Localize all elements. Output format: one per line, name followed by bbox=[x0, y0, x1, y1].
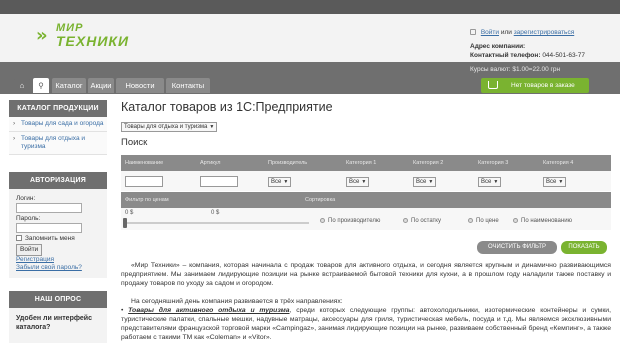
description-paragraph: «Мир Техники» – компания, которая начина… bbox=[121, 262, 611, 287]
tab-news[interactable]: Новости bbox=[116, 78, 164, 93]
auth-block: АВТОРИЗАЦИЯ Логин: Пароль: Запомнить мен… bbox=[9, 172, 107, 278]
price-filter-label: Фильтр по ценам bbox=[125, 197, 169, 203]
radio-icon bbox=[403, 218, 408, 223]
article-input[interactable] bbox=[200, 176, 238, 187]
dropdown-arrow-icon: ▼ bbox=[361, 179, 367, 185]
sort-by-name[interactable]: По наименованию bbox=[513, 218, 572, 224]
col-name: Наименование bbox=[125, 160, 164, 166]
category-select[interactable]: Товары для отдыха и туризма ▼ bbox=[121, 122, 218, 132]
tab-contacts[interactable]: Контакты bbox=[166, 78, 210, 93]
col-category1: Категория 1 bbox=[346, 160, 377, 166]
search-title: Поиск bbox=[121, 137, 148, 148]
radio-icon bbox=[468, 218, 473, 223]
address-label: Адрес компании: bbox=[470, 43, 526, 50]
price-sort-header: Фильтр по ценам Сортировка bbox=[121, 192, 611, 208]
price-slider[interactable] bbox=[123, 218, 309, 228]
catalog-sidebar: КАТАЛОГ ПРОДУКЦИИ › Товары для сада и ог… bbox=[9, 100, 107, 155]
cart-label: Нет товаров в заказе bbox=[511, 82, 575, 89]
directions-paragraph: На сегодняшний день компания развивается… bbox=[131, 298, 343, 305]
price-from: 0 $ bbox=[125, 210, 134, 216]
login-label: Логин: bbox=[16, 195, 36, 202]
sidebar-item-garden[interactable]: › Товары для сада и огорода bbox=[9, 117, 107, 132]
top-bar bbox=[0, 0, 620, 14]
register-link[interactable]: зарегистрироваться bbox=[514, 29, 575, 36]
price-slider-handle[interactable] bbox=[123, 218, 127, 228]
price-to: 0 $ bbox=[211, 210, 220, 216]
poll-question: Удобен ли интерфейс каталога? bbox=[16, 315, 92, 331]
login-input[interactable] bbox=[16, 203, 82, 213]
filter-header: Наименование Артикул Производитель Катег… bbox=[121, 155, 611, 171]
dropdown-arrow-icon: ▼ bbox=[283, 179, 289, 185]
dropdown-arrow-icon: ▼ bbox=[428, 179, 434, 185]
phone-value: 044-501-63-77 bbox=[542, 52, 585, 59]
dropdown-arrow-icon: ▼ bbox=[209, 124, 215, 130]
sidebar-item-label: Товары для отдыха и туризма bbox=[21, 135, 86, 150]
radio-icon bbox=[320, 218, 325, 223]
sort-by-stock[interactable]: По остатку bbox=[403, 218, 441, 224]
logo-arrows-icon: » bbox=[36, 25, 47, 46]
cart-icon bbox=[488, 81, 498, 89]
forgot-password-link[interactable]: Забыли свой пароль? bbox=[16, 264, 100, 272]
col-category4: Категория 4 bbox=[543, 160, 574, 166]
currency-rates: Курсы валют: $1.00=22.00 грн bbox=[470, 66, 561, 73]
col-manufacturer: Производитель bbox=[268, 160, 308, 166]
category-select-value: Товары для отдыха и туризма bbox=[124, 124, 208, 130]
sort-by-price[interactable]: По цене bbox=[468, 218, 499, 224]
sidebar-item-tourism[interactable]: › Товары для отдыха и туризма bbox=[9, 132, 107, 155]
remember-checkbox[interactable] bbox=[16, 235, 22, 242]
direction-title[interactable]: Товары для активного отдыха и туризма bbox=[128, 307, 289, 314]
phone-label: Контактный телефон: bbox=[470, 52, 541, 59]
category4-select[interactable]: Все ▼ bbox=[543, 177, 567, 187]
site-logo[interactable]: » МИР ТЕХНИКИ bbox=[36, 22, 146, 50]
page-title: Каталог товаров из 1С:Предприятие bbox=[121, 100, 333, 114]
sort-label: Сортировка bbox=[305, 197, 336, 203]
home-icon[interactable]: ⌂ bbox=[14, 78, 30, 93]
direction-item: • Товары для активного отдыха и туризма,… bbox=[121, 307, 611, 341]
password-input[interactable] bbox=[16, 223, 82, 233]
dropdown-arrow-icon: ▼ bbox=[493, 179, 499, 185]
register-link-sidebar[interactable]: Регистрация bbox=[16, 256, 100, 264]
remember-label: Запомнить меня bbox=[25, 235, 75, 242]
company-description: «Мир Техники» – компания, которая начина… bbox=[121, 261, 611, 342]
clear-filter-button[interactable]: ОЧИСТИТЬ ФИЛЬТР bbox=[477, 241, 557, 254]
show-button[interactable]: ПОКАЗАТЬ bbox=[561, 241, 607, 254]
radio-icon bbox=[513, 218, 518, 223]
category1-select[interactable]: Все ▼ bbox=[346, 177, 370, 187]
poll-block: НАШ ОПРОС Удобен ли интерфейс каталога? bbox=[9, 291, 107, 343]
tab-catalog[interactable]: Каталог bbox=[52, 78, 86, 93]
tab-promotions[interactable]: Акции bbox=[88, 78, 114, 93]
col-category2: Категория 2 bbox=[413, 160, 444, 166]
company-contacts: Адрес компании: Контактный телефон: 044-… bbox=[470, 42, 585, 60]
filter-inputs-row: Все ▼ Все ▼ Все ▼ Все ▼ Все ▼ bbox=[121, 171, 611, 191]
chevron-right-icon: › bbox=[13, 120, 16, 127]
manufacturer-select[interactable]: Все ▼ bbox=[268, 177, 292, 187]
cart-button[interactable]: Нет товаров в заказе bbox=[481, 78, 589, 93]
login-link[interactable]: Войти bbox=[481, 29, 499, 36]
col-category3: Категория 3 bbox=[478, 160, 509, 166]
logo-line2: ТЕХНИКИ bbox=[56, 33, 130, 49]
login-links: Войти или зарегистрироваться bbox=[470, 29, 615, 36]
price-sort-row: 0 $ 0 $ По производителю По остатку По ц… bbox=[121, 208, 611, 230]
auth-title: АВТОРИЗАЦИЯ bbox=[9, 172, 107, 189]
chevron-right-icon: › bbox=[13, 135, 16, 142]
login-or-text: или bbox=[500, 29, 512, 36]
category3-select[interactable]: Все ▼ bbox=[478, 177, 502, 187]
name-input[interactable] bbox=[125, 176, 163, 187]
catalog-title: КАТАЛОГ ПРОДУКЦИИ bbox=[9, 100, 107, 117]
login-button[interactable]: Войти bbox=[16, 244, 43, 256]
category2-select[interactable]: Все ▼ bbox=[413, 177, 437, 187]
sidebar-item-label: Товары для сада и огорода bbox=[21, 120, 104, 127]
sort-by-manufacturer[interactable]: По производителю bbox=[320, 218, 380, 224]
dropdown-arrow-icon: ▼ bbox=[558, 179, 564, 185]
password-label: Пароль: bbox=[16, 215, 41, 222]
lock-icon bbox=[470, 29, 476, 36]
poll-title: НАШ ОПРОС bbox=[9, 291, 107, 308]
login-form: Логин: Пароль: Запомнить меня Войти Реги… bbox=[9, 189, 107, 278]
col-article: Артикул bbox=[200, 160, 221, 166]
search-icon[interactable]: ⚲ bbox=[33, 78, 49, 93]
